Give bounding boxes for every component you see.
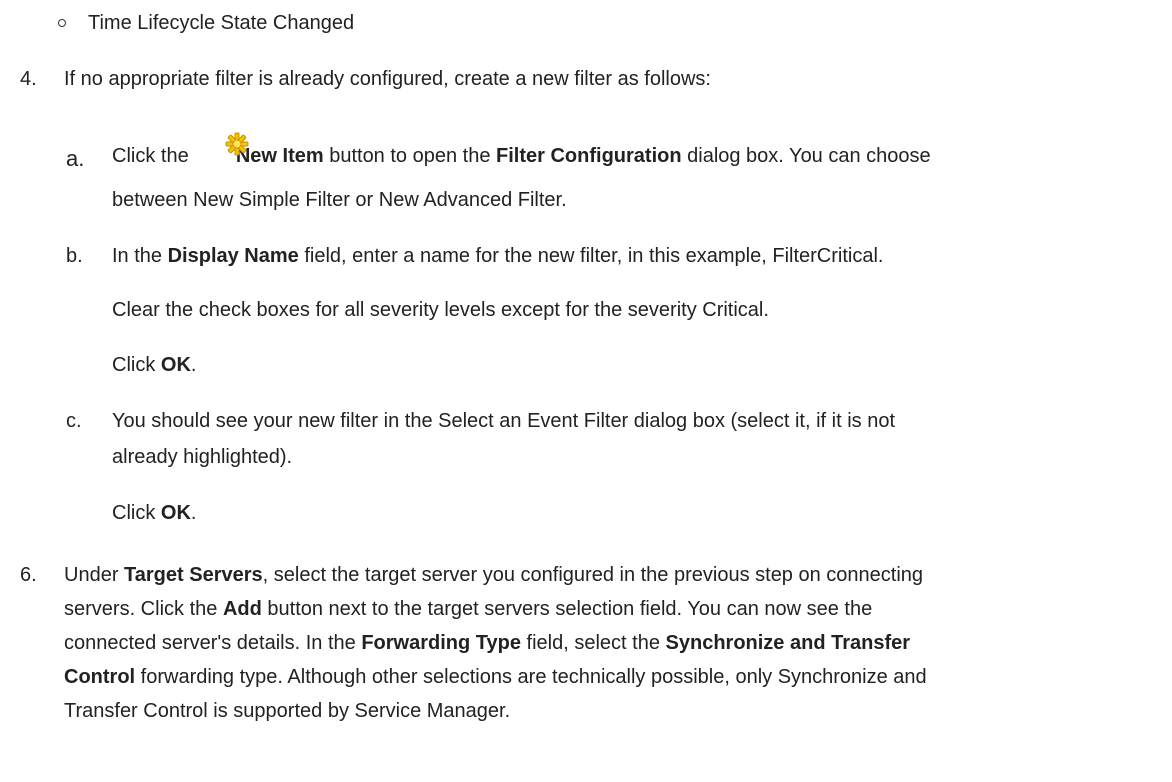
step-6-line-1: Under Target Servers, select the target …: [64, 562, 923, 588]
step-c-line-1: You should see your new filter in the Se…: [112, 410, 896, 432]
step-4-number: 4.: [20, 68, 37, 90]
display-name-label: Display Name: [167, 245, 299, 267]
step-6-l3-text-1: connected server's details. In the: [64, 632, 356, 654]
step-6-l3-text-2: field, select the: [526, 632, 660, 654]
step-6-line-2: servers. Click the Add button next to th…: [64, 596, 872, 622]
step-b-click-text: Click: [112, 354, 156, 376]
target-servers-label: Target Servers: [124, 564, 263, 586]
step-c-ok-label: OK: [160, 502, 191, 524]
new-item-icon: [225, 132, 249, 156]
step-6-l1-text-1: Under: [64, 564, 119, 586]
add-label: Add: [222, 598, 262, 620]
step-6-l2-text-2: button next to the target servers select…: [267, 598, 873, 620]
step-b-period: .: [190, 354, 197, 376]
control-label: Control: [64, 666, 136, 688]
forwarding-type-label: Forwarding Type: [361, 632, 521, 654]
step-c-click-text: Click: [112, 502, 156, 524]
step-6-l2-text-1: servers. Click the: [64, 598, 218, 620]
step-6-line-3: connected server's details. In the Forwa…: [64, 630, 910, 656]
step-a-text-2: button to open the: [329, 145, 491, 167]
step-a-text-1: Click the: [112, 145, 189, 167]
step-a-line-2: between New Simple Filter or New Advance…: [112, 189, 567, 211]
step-6-l4-text: forwarding type. Although other selectio…: [140, 666, 927, 688]
step-b-paragraph-2: Clear the check boxes for all severity l…: [112, 299, 769, 321]
step-c-click-ok: Click OK.: [112, 500, 196, 526]
step-6-l1-text-2: , select the target server you configure…: [262, 564, 924, 586]
step-b-line-1: In the Display Name field, enter a name …: [112, 243, 883, 269]
step-b-letter: b.: [66, 245, 83, 267]
step-c-period: .: [190, 502, 197, 524]
step-c-line-2: already highlighted).: [112, 446, 293, 468]
bullet-item-text: Time Lifecycle State Changed: [88, 12, 355, 34]
step-b-text-2: field, enter a name for the new filter, …: [304, 245, 884, 267]
filter-configuration-label: Filter Configuration: [496, 145, 682, 167]
step-6-line-5: Transfer Control is supported by Service…: [64, 700, 511, 722]
step-6-number: 6.: [20, 564, 37, 586]
step-a-letter: a.: [66, 146, 85, 171]
hollow-bullet: [58, 19, 66, 27]
step-4-text: If no appropriate filter is already conf…: [64, 68, 711, 90]
step-b-ok-label: OK: [160, 354, 191, 376]
step-a-text-3: dialog box. You can choose: [687, 145, 931, 167]
step-b-click-ok: Click OK.: [112, 352, 196, 378]
step-6-line-4: Control forwarding type. Although other …: [64, 664, 927, 690]
step-b-text-1: In the: [112, 245, 163, 267]
synchronize-transfer-label: Synchronize and Transfer: [665, 632, 911, 654]
step-c-letter: c.: [66, 410, 82, 432]
